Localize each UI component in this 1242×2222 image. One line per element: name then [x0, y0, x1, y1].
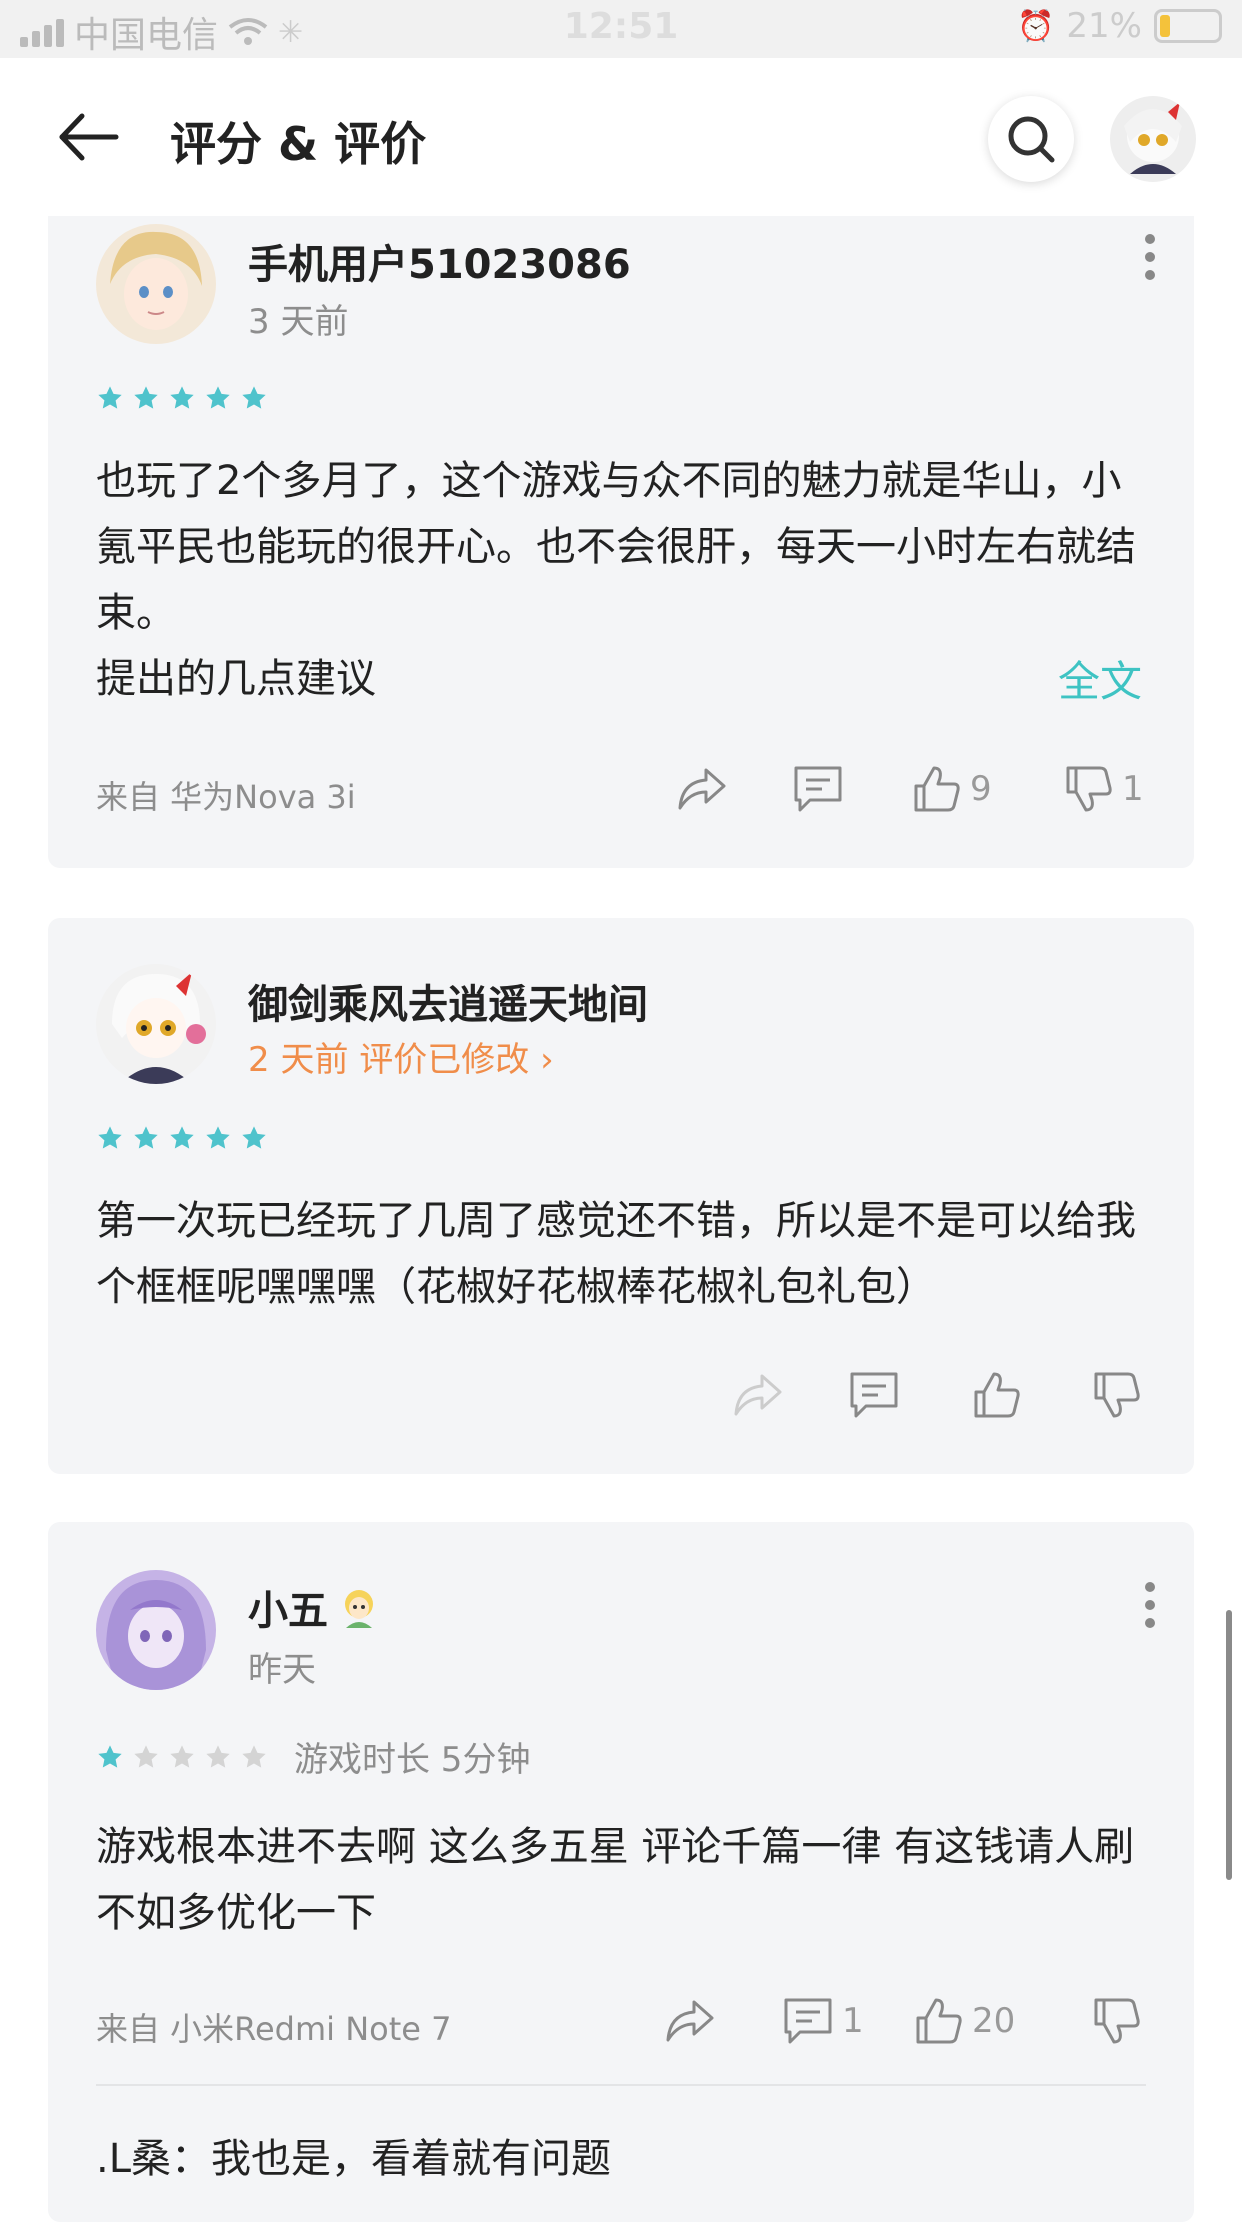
star-rating	[96, 1124, 268, 1152]
chevron-right-icon: ›	[540, 1040, 554, 1080]
reviewer-avatar[interactable]	[96, 964, 216, 1084]
comment-button[interactable]	[792, 764, 844, 814]
share-icon	[666, 2000, 714, 2042]
play-time: 游戏时长 5分钟	[294, 1740, 531, 1780]
comment-icon	[794, 766, 842, 812]
review-card: 手机用户51023086 3 天前 也玩了2个多月了，这个游戏与众不同的魅力就是…	[48, 216, 1194, 868]
reviewer-avatar[interactable]	[96, 224, 216, 344]
like-button[interactable]: 20	[914, 1996, 1015, 2046]
dislike-button[interactable]: 1	[1064, 764, 1144, 814]
thumbs-down-icon	[1094, 1372, 1140, 1418]
search-icon	[1008, 116, 1055, 163]
page-title: 评分 & 评价	[170, 117, 427, 171]
star-icon	[134, 1126, 158, 1149]
reviewer-name: 御剑乘风去逍遥天地间	[248, 982, 648, 1028]
battery-icon	[1154, 9, 1222, 43]
back-arrow-icon[interactable]	[54, 102, 124, 172]
comment-icon	[784, 1998, 832, 2044]
comment-button[interactable]	[848, 1370, 900, 1420]
share-icon	[678, 768, 726, 810]
review-text: 游戏根本进不去啊 这么多五星 评论千篇一律 有这钱请人刷不如多优化一下	[96, 1824, 1135, 1936]
star-rating	[96, 384, 268, 412]
star-empty-icon	[206, 1744, 230, 1768]
like-button[interactable]: 9	[912, 764, 992, 814]
device-label: 来自 小米Redmi Note 7	[96, 2010, 452, 2048]
star-icon	[206, 1126, 230, 1149]
divider	[96, 2084, 1146, 2086]
star-icon	[98, 386, 122, 409]
reviewer-name: 小五	[248, 1578, 382, 1636]
review-time: 昨天	[248, 1650, 316, 1690]
review-time: 2 天前 评价已修改	[248, 1040, 530, 1080]
thumbs-up-icon	[916, 1998, 962, 2044]
dislike-count: 1	[1122, 769, 1144, 809]
status-bar: 中国电信 ✳ 12:51 ⏰ 21%	[0, 0, 1242, 58]
badge-icon	[345, 1590, 373, 1628]
review-text: 也玩了2个多月了，这个游戏与众不同的魅力就是华山，小氪平民也能玩的很开心。也不会…	[96, 458, 1136, 702]
comment-button[interactable]: 1	[782, 1996, 864, 2046]
battery-percent: 21%	[1066, 6, 1142, 46]
share-icon	[734, 1374, 782, 1416]
star-icon	[170, 386, 194, 409]
comment-count: 1	[842, 2001, 864, 2041]
dislike-button[interactable]	[1092, 1370, 1142, 1420]
review-text: 第一次玩已经玩了几周了感觉还不错，所以是不是可以给我个框框呢嘿嘿嘿（花椒好花椒棒…	[96, 1198, 1136, 1310]
star-empty-icon	[242, 1744, 266, 1768]
star-rating: 游戏时长 5分钟	[96, 1732, 530, 1781]
search-button[interactable]	[988, 96, 1074, 182]
share-button[interactable]	[674, 764, 728, 814]
like-button[interactable]	[972, 1370, 1022, 1420]
star-icon	[242, 386, 266, 409]
thumbs-down-icon	[1094, 1998, 1140, 2044]
thumbs-up-icon	[914, 766, 960, 812]
user-avatar[interactable]	[1110, 96, 1196, 182]
alarm-icon: ⏰	[1017, 8, 1055, 44]
review-time-modified[interactable]: 2 天前 评价已修改 ›	[248, 1032, 554, 1081]
thumbs-up-icon	[974, 1372, 1020, 1418]
reply-text[interactable]: .L桑：我也是，看着就有问题	[96, 2126, 611, 2184]
status-right: ⏰ 21%	[1017, 6, 1222, 46]
review-card: 小五 昨天 游戏时长 5分钟 游戏根本进不去啊 这么多五星 评论千篇一律 有这钱…	[48, 1522, 1194, 2222]
like-count: 9	[970, 769, 992, 809]
share-button[interactable]	[662, 1996, 716, 2046]
share-button[interactable]	[730, 1370, 784, 1420]
scrollbar[interactable]	[1226, 1610, 1232, 1880]
review-card: 御剑乘风去逍遥天地间 2 天前 评价已修改 › 第一次玩已经玩了几周了感觉还不错…	[48, 918, 1194, 1474]
full-text-link[interactable]: 全文	[997, 648, 1142, 709]
reviewer-name-text: 小五	[248, 1588, 328, 1634]
reviewer-avatar[interactable]	[96, 1570, 216, 1690]
star-icon	[206, 386, 230, 409]
comment-icon	[850, 1372, 898, 1418]
star-icon	[98, 1744, 122, 1768]
reviewer-name: 手机用户51023086	[248, 242, 631, 288]
app-header: 评分 & 评价	[0, 58, 1242, 216]
star-icon	[134, 386, 158, 409]
like-count: 20	[972, 2001, 1016, 2041]
more-options-icon[interactable]	[1142, 234, 1158, 284]
star-icon	[242, 1126, 266, 1149]
star-empty-icon	[134, 1744, 158, 1768]
more-options-icon[interactable]	[1142, 1582, 1158, 1632]
device-label: 来自 华为Nova 3i	[96, 778, 356, 816]
review-time: 3 天前	[248, 302, 349, 342]
thumbs-down-icon	[1066, 766, 1112, 812]
dislike-button[interactable]	[1092, 1996, 1142, 2046]
star-icon	[98, 1126, 122, 1149]
star-empty-icon	[170, 1744, 194, 1768]
star-icon	[170, 1126, 194, 1149]
